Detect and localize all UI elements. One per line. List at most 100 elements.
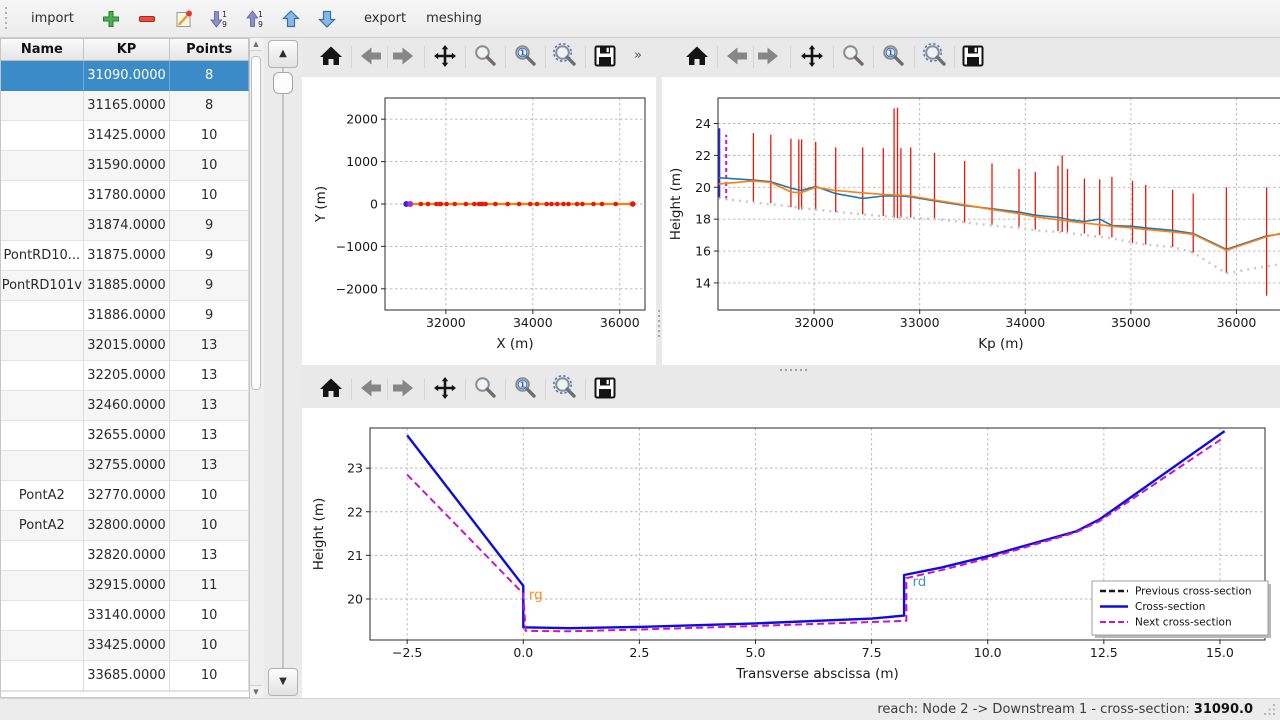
cell-name[interactable]: [1, 301, 84, 331]
pan-button[interactable]: [797, 42, 827, 72]
cell-points[interactable]: 10: [170, 181, 249, 211]
back-button[interactable]: [722, 42, 752, 72]
cell-kp[interactable]: 33140.0000: [84, 601, 171, 631]
cell-points[interactable]: 10: [170, 151, 249, 181]
resize-grip-icon[interactable]: [1263, 703, 1277, 717]
cell-kp[interactable]: 31780.0000: [84, 181, 171, 211]
cell-points[interactable]: 10: [170, 481, 249, 511]
cell-name[interactable]: [1, 151, 84, 181]
table-row[interactable]: 31886.00009: [1, 301, 249, 331]
table-row[interactable]: PontA232770.000010: [1, 481, 249, 511]
cell-kp[interactable]: 33685.0000: [84, 661, 171, 691]
zoom-one-button[interactable]: 1: [510, 374, 540, 404]
home-button[interactable]: [316, 42, 346, 72]
zoom-rect-button[interactable]: [550, 374, 580, 404]
cell-kp[interactable]: 31885.0000: [84, 271, 171, 301]
cell-name[interactable]: PontRD101v: [1, 271, 84, 301]
sort-descending-button[interactable]: 19: [204, 4, 234, 34]
cell-points[interactable]: 8: [170, 61, 249, 91]
cell-points[interactable]: 8: [170, 91, 249, 121]
cell-name[interactable]: [1, 91, 84, 121]
previous-cross-section-button[interactable]: ▲: [268, 40, 298, 68]
table-row[interactable]: 31874.00009: [1, 211, 249, 241]
cell-kp[interactable]: 32460.0000: [84, 391, 171, 421]
cell-kp[interactable]: 31886.0000: [84, 301, 171, 331]
scroll-down-icon[interactable]: ▼: [250, 685, 262, 698]
table-row[interactable]: 33140.000010: [1, 601, 249, 631]
scroll-up-icon[interactable]: ▲: [250, 38, 262, 51]
cell-points[interactable]: 10: [170, 631, 249, 661]
pan-button[interactable]: [430, 42, 460, 72]
table-scrollbar[interactable]: ▲ ▼: [250, 38, 264, 698]
zoom-rect-button[interactable]: [550, 42, 580, 72]
cell-kp[interactable]: 32800.0000: [84, 511, 171, 541]
cell-points[interactable]: 13: [170, 361, 249, 391]
zoom-button[interactable]: [838, 42, 868, 72]
next-cross-section-button[interactable]: ▼: [268, 668, 298, 696]
remove-cross-section-button[interactable]: [132, 4, 162, 34]
cell-name[interactable]: PontA2: [1, 511, 84, 541]
cell-kp[interactable]: 32655.0000: [84, 421, 171, 451]
plan-view-figure[interactable]: 320003400036000200010000−1000−2000X (m)Y…: [302, 77, 656, 365]
cell-points[interactable]: 11: [170, 571, 249, 601]
cell-kp[interactable]: 33425.0000: [84, 631, 171, 661]
cell-name[interactable]: [1, 331, 84, 361]
home-button[interactable]: [682, 42, 712, 72]
save-button[interactable]: [958, 42, 988, 72]
cell-name[interactable]: [1, 121, 84, 151]
zoom-rect-button[interactable]: [920, 42, 950, 72]
scrollbar-thumb[interactable]: [251, 56, 261, 390]
meshing-button[interactable]: meshing: [416, 5, 492, 32]
table-row-partial[interactable]: [1, 691, 249, 698]
cell-name[interactable]: [1, 211, 84, 241]
cross-section-slider-handle[interactable]: [273, 72, 293, 94]
edit-cross-section-button[interactable]: [168, 4, 198, 34]
cell-points[interactable]: 10: [170, 511, 249, 541]
column-header-points[interactable]: Points: [170, 39, 249, 60]
cell-kp[interactable]: 32205.0000: [84, 361, 171, 391]
cell-kp[interactable]: 32015.0000: [84, 331, 171, 361]
cell-name[interactable]: PontRD10...: [1, 241, 84, 271]
home-button[interactable]: [316, 374, 346, 404]
export-button[interactable]: export: [354, 5, 416, 32]
cell-kp[interactable]: 31875.0000: [84, 241, 171, 271]
cell-name[interactable]: [1, 361, 84, 391]
table-row[interactable]: PontRD101v31885.00009: [1, 271, 249, 301]
table-row[interactable]: 32915.000011: [1, 571, 249, 601]
table-row[interactable]: 31425.000010: [1, 121, 249, 151]
zoom-one-button[interactable]: 1: [878, 42, 908, 72]
save-button[interactable]: [590, 42, 620, 72]
back-button[interactable]: [356, 42, 386, 72]
cell-name[interactable]: [1, 421, 84, 451]
cell-points[interactable]: 9: [170, 241, 249, 271]
cell-points[interactable]: 13: [170, 331, 249, 361]
zoom-one-button[interactable]: 1: [510, 42, 540, 72]
table-row[interactable]: 32205.000013: [1, 361, 249, 391]
cell-points[interactable]: 13: [170, 421, 249, 451]
cell-name[interactable]: [1, 601, 84, 631]
forward-button[interactable]: [753, 42, 783, 72]
table-row[interactable]: 33425.000010: [1, 631, 249, 661]
cell-points[interactable]: 10: [170, 601, 249, 631]
cell-points[interactable]: 9: [170, 301, 249, 331]
cell-kp[interactable]: 32820.0000: [84, 541, 171, 571]
cell-points[interactable]: 9: [170, 211, 249, 241]
cell-points[interactable]: 10: [170, 661, 249, 691]
cell-kp[interactable]: 31874.0000: [84, 211, 171, 241]
table-row[interactable]: 31165.00008: [1, 91, 249, 121]
table-row[interactable]: 32820.000013: [1, 541, 249, 571]
cell-name[interactable]: [1, 451, 84, 481]
toolbar-overflow-icon[interactable]: »: [634, 48, 642, 63]
cell-name[interactable]: [1, 181, 84, 211]
cell-name[interactable]: [1, 631, 84, 661]
table-row[interactable]: 32655.000013: [1, 421, 249, 451]
import-button[interactable]: import: [21, 5, 84, 32]
zoom-button[interactable]: [470, 42, 500, 72]
table-row[interactable]: PontRD10...31875.00009: [1, 241, 249, 271]
cell-points[interactable]: 13: [170, 391, 249, 421]
table-row[interactable]: 32015.000013: [1, 331, 249, 361]
add-cross-section-button[interactable]: [96, 4, 126, 34]
pan-button[interactable]: [430, 374, 460, 404]
table-row[interactable]: 33685.000010: [1, 661, 249, 691]
cell-points[interactable]: 13: [170, 451, 249, 481]
